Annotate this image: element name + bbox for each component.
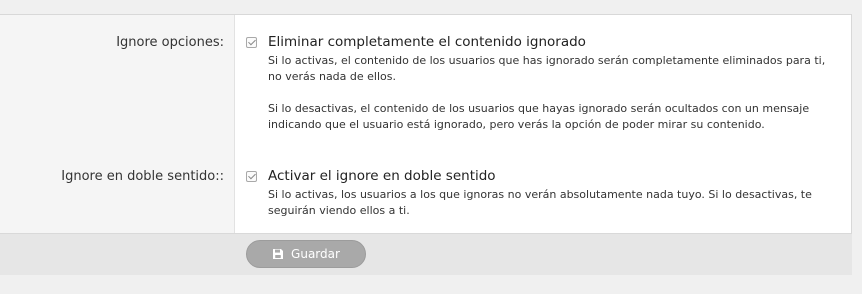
two-way-ignore-description: Si lo activas, los usuarios a los que ig… (268, 187, 842, 219)
option-two-way-ignore: Activar el ignore en doble sentido Si lo… (246, 167, 842, 219)
remove-ignored-content-description: Si lo activas, el contenido de los usuar… (268, 53, 842, 133)
ignore-two-way-label: Ignore en doble sentido:: (61, 169, 224, 184)
ignore-settings-panel: Ignore opciones: Ignore en doble sentido… (0, 14, 852, 275)
two-way-ignore-title[interactable]: Activar el ignore en doble sentido (268, 168, 496, 184)
remove-ignored-content-title[interactable]: Eliminar completamente el contenido igno… (268, 34, 586, 50)
save-button-label: Guardar (291, 247, 340, 261)
form-footer: Guardar (0, 233, 852, 275)
description-paragraph: Si lo activas, el contenido de los usuar… (268, 54, 826, 83)
label-column: Ignore opciones: Ignore en doble sentido… (0, 15, 235, 233)
remove-ignored-content-checkbox[interactable] (246, 36, 257, 48)
description-paragraph: Si lo desactivas, el contenido de los us… (268, 102, 810, 131)
two-way-ignore-checkbox[interactable] (246, 170, 257, 182)
save-button[interactable]: Guardar (246, 240, 366, 268)
option-remove-ignored-content: Eliminar completamente el contenido igno… (246, 33, 842, 133)
ignore-options-label: Ignore opciones: (116, 35, 224, 50)
description-paragraph: Si lo activas, los usuarios a los que ig… (268, 188, 812, 217)
floppy-disk-icon (273, 249, 284, 259)
